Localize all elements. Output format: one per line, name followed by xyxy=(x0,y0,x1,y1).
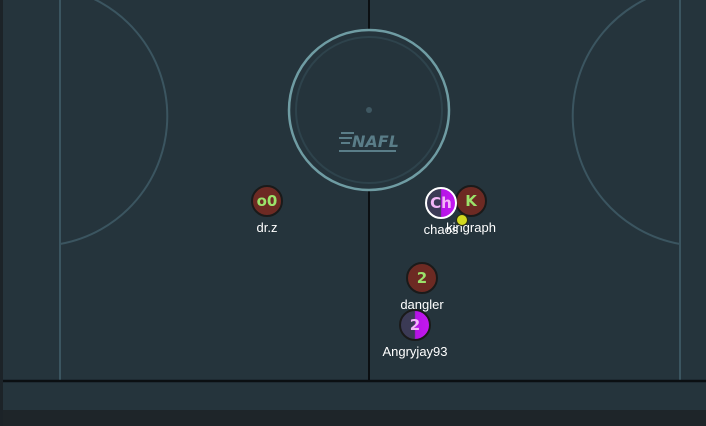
player-name: chaos xyxy=(423,222,459,237)
player-badge: Ch xyxy=(430,193,452,212)
puck-icon[interactable] xyxy=(456,214,468,226)
player-token[interactable]: Ch xyxy=(425,187,457,219)
game-stage: NAFL o0 dr.z K kingraph Ch chaos 2 dangl… xyxy=(0,0,706,426)
player-token[interactable]: o0 xyxy=(251,185,283,217)
player-name: Angryjay93 xyxy=(382,344,448,359)
player-badge: K xyxy=(465,191,477,210)
player-badge: o0 xyxy=(256,191,278,210)
player-name: dr.z xyxy=(256,220,278,235)
player-token[interactable]: K xyxy=(455,185,487,217)
player-badge: 2 xyxy=(409,315,421,334)
player-token[interactable]: 2 xyxy=(406,262,438,294)
player-badge: 2 xyxy=(416,268,428,287)
rink: NAFL xyxy=(0,0,706,426)
center-dot xyxy=(366,107,372,113)
left-border xyxy=(0,0,3,426)
logo-text: NAFL xyxy=(352,132,399,151)
player-token[interactable]: 2 xyxy=(399,309,431,341)
bottom-strip xyxy=(0,382,706,410)
bottom-gutter xyxy=(0,410,706,426)
